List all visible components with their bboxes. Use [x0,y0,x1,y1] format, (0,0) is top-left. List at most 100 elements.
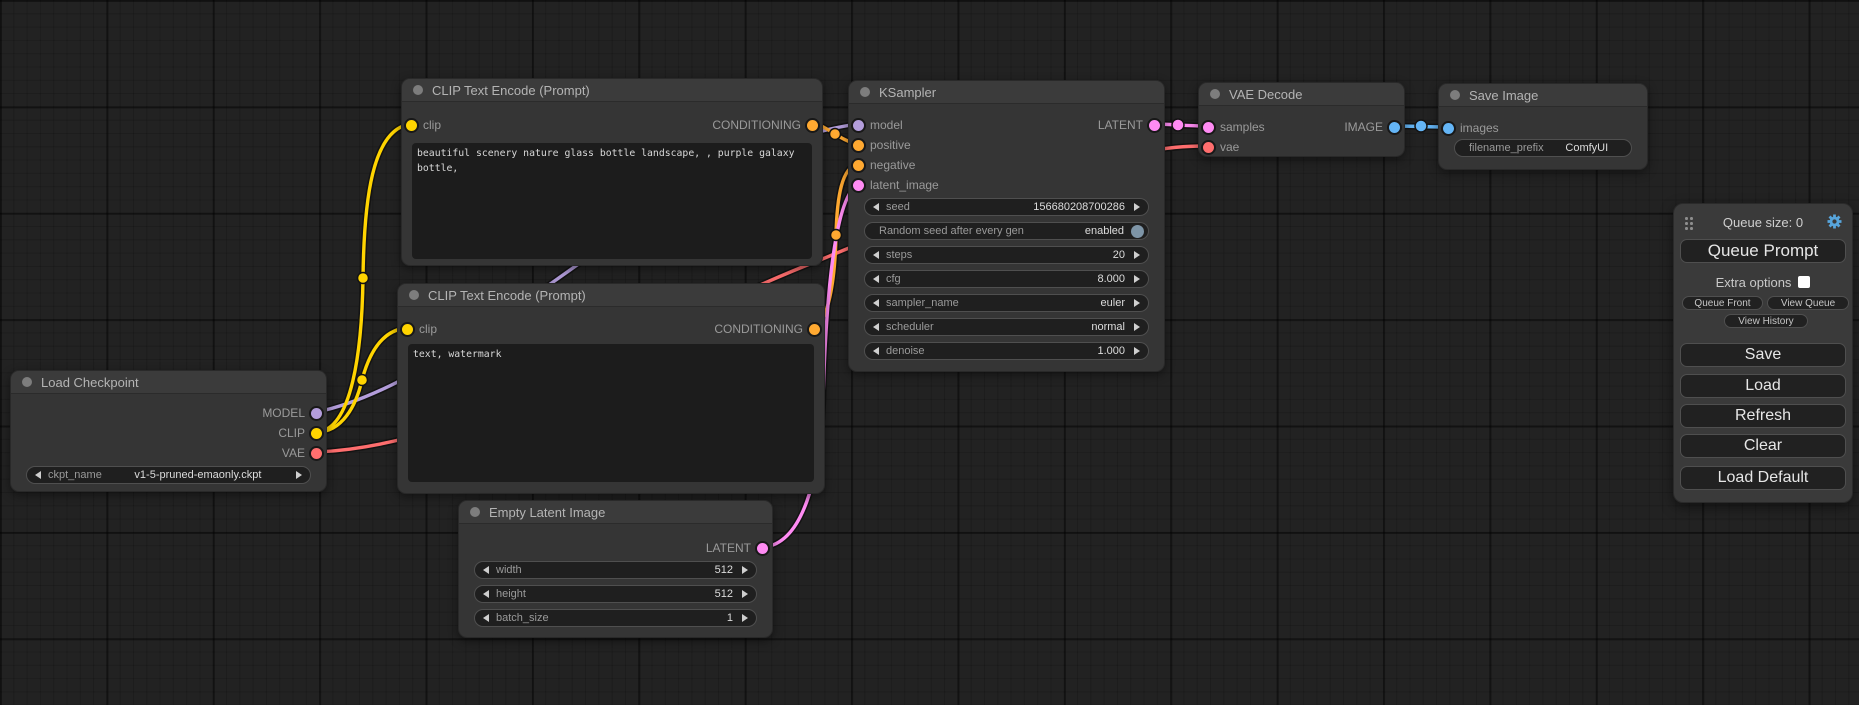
slot-dot-latent[interactable] [853,180,864,191]
node-vae-decode[interactable]: VAE Decode samples vae IMAGE [1198,82,1405,157]
queue-front-button[interactable]: Queue Front [1682,296,1763,310]
slot-output-latent[interactable]: LATENT [1098,115,1160,135]
slot-input-vae[interactable]: vae [1203,137,1239,157]
node-title-bar[interactable]: KSampler [849,81,1164,104]
collapse-dot-icon[interactable] [1210,89,1220,99]
collapse-dot-icon[interactable] [22,377,32,387]
increment-arrow-icon[interactable] [742,614,748,622]
decrement-arrow-icon[interactable] [483,566,489,574]
slot-input-clip[interactable]: clip [402,319,437,339]
node-save-image[interactable]: Save Image images filename_prefix ComfyU… [1438,83,1648,170]
widget-seed[interactable]: seed 156680208700286 [864,198,1149,216]
slot-output-clip[interactable]: CLIP [278,423,322,443]
node-title-bar[interactable]: Save Image [1439,84,1647,107]
slot-output-vae[interactable]: VAE [282,443,322,463]
collapse-dot-icon[interactable] [470,507,480,517]
slot-dot-vae[interactable] [311,448,322,459]
slot-input-positive[interactable]: positive [853,135,911,155]
node-title-bar[interactable]: VAE Decode [1199,83,1404,106]
slot-dot-latent[interactable] [757,543,768,554]
load-default-button[interactable]: Load Default [1680,466,1846,490]
toggle-circle-icon[interactable] [1131,225,1144,238]
decrement-arrow-icon[interactable] [873,251,879,259]
slot-dot-clip[interactable] [406,120,417,131]
decrement-arrow-icon[interactable] [483,590,489,598]
slot-dot-conditioning[interactable] [853,140,864,151]
node-title-bar[interactable]: CLIP Text Encode (Prompt) [402,79,822,102]
queue-prompt-button[interactable]: Queue Prompt [1680,239,1846,263]
slot-output-image[interactable]: IMAGE [1344,117,1400,137]
extra-options-checkbox[interactable] [1798,276,1810,288]
collapse-dot-icon[interactable] [413,85,423,95]
node-title-bar[interactable]: CLIP Text Encode (Prompt) [398,284,824,307]
increment-arrow-icon[interactable] [1134,275,1140,283]
view-queue-button[interactable]: View Queue [1767,296,1849,310]
collapse-dot-icon[interactable] [1450,90,1460,100]
slot-input-negative[interactable]: negative [853,155,915,175]
widget-height[interactable]: height 512 [474,585,757,603]
node-clip-text-encode-positive[interactable]: CLIP Text Encode (Prompt) clip CONDITION… [401,78,823,266]
widget-filename-prefix[interactable]: filename_prefix ComfyUI [1454,139,1632,157]
widget-batch-size[interactable]: batch_size 1 [474,609,757,627]
widget-scheduler[interactable]: scheduler normal [864,318,1149,336]
decrement-arrow-icon[interactable] [873,323,879,331]
slot-input-model[interactable]: model [853,115,903,135]
node-clip-text-encode-negative[interactable]: CLIP Text Encode (Prompt) clip CONDITION… [397,283,825,494]
graph-canvas[interactable]: Load Checkpoint MODEL CLIP VAE ckpt_name… [0,0,1859,705]
slot-output-latent[interactable]: LATENT [706,538,768,558]
increment-arrow-icon[interactable] [296,471,302,479]
slot-dot-clip[interactable] [311,428,322,439]
prompt-textarea[interactable]: text, watermark [408,344,814,482]
decrement-arrow-icon[interactable] [873,299,879,307]
widget-width[interactable]: width 512 [474,561,757,579]
save-button[interactable]: Save [1680,343,1846,367]
prompt-textarea[interactable]: beautiful scenery nature glass bottle la… [412,143,812,259]
widget-steps[interactable]: steps 20 [864,246,1149,264]
increment-arrow-icon[interactable] [1134,299,1140,307]
slot-input-samples[interactable]: samples [1203,117,1265,137]
slot-dot-conditioning[interactable] [853,160,864,171]
increment-arrow-icon[interactable] [1134,323,1140,331]
clear-button[interactable]: Clear [1680,434,1846,458]
slot-output-conditioning[interactable]: CONDITIONING [714,319,820,339]
decrement-arrow-icon[interactable] [35,471,41,479]
widget-sampler-name[interactable]: sampler_name euler [864,294,1149,312]
slot-dot-image[interactable] [1443,123,1454,134]
node-empty-latent-image[interactable]: Empty Latent Image LATENT width 512 heig… [458,500,773,638]
decrement-arrow-icon[interactable] [873,275,879,283]
node-title-bar[interactable]: Load Checkpoint [11,371,326,394]
slot-dot-model[interactable] [853,120,864,131]
increment-arrow-icon[interactable] [1134,203,1140,211]
widget-ckpt-name[interactable]: ckpt_name v1-5-pruned-emaonly.ckpt [26,466,311,484]
slot-dot-latent[interactable] [1203,122,1214,133]
node-ksampler[interactable]: KSampler model positive negative latent_… [848,80,1165,372]
slot-dot-model[interactable] [311,408,322,419]
slot-dot-clip[interactable] [402,324,413,335]
slot-dot-vae[interactable] [1203,142,1214,153]
increment-arrow-icon[interactable] [742,590,748,598]
collapse-dot-icon[interactable] [860,87,870,97]
node-load-checkpoint[interactable]: Load Checkpoint MODEL CLIP VAE ckpt_name… [10,370,327,492]
slot-input-images[interactable]: images [1443,118,1499,138]
gear-icon[interactable] [1826,213,1843,235]
slot-dot-image[interactable] [1389,122,1400,133]
slot-dot-conditioning[interactable] [809,324,820,335]
view-history-button[interactable]: View History [1724,314,1808,328]
widget-denoise[interactable]: denoise 1.000 [864,342,1149,360]
slot-input-latent-image[interactable]: latent_image [853,175,939,195]
node-title-bar[interactable]: Empty Latent Image [459,501,772,524]
slot-input-clip[interactable]: clip [406,115,441,135]
widget-random-seed-toggle[interactable]: Random seed after every gen enabled [864,222,1149,240]
decrement-arrow-icon[interactable] [873,203,879,211]
increment-arrow-icon[interactable] [1134,251,1140,259]
increment-arrow-icon[interactable] [1134,347,1140,355]
refresh-button[interactable]: Refresh [1680,404,1846,428]
slot-output-model[interactable]: MODEL [262,403,322,423]
load-button[interactable]: Load [1680,374,1846,398]
slot-output-conditioning[interactable]: CONDITIONING [712,115,818,135]
slot-dot-latent[interactable] [1149,120,1160,131]
collapse-dot-icon[interactable] [409,290,419,300]
increment-arrow-icon[interactable] [742,566,748,574]
decrement-arrow-icon[interactable] [873,347,879,355]
slot-dot-conditioning[interactable] [807,120,818,131]
